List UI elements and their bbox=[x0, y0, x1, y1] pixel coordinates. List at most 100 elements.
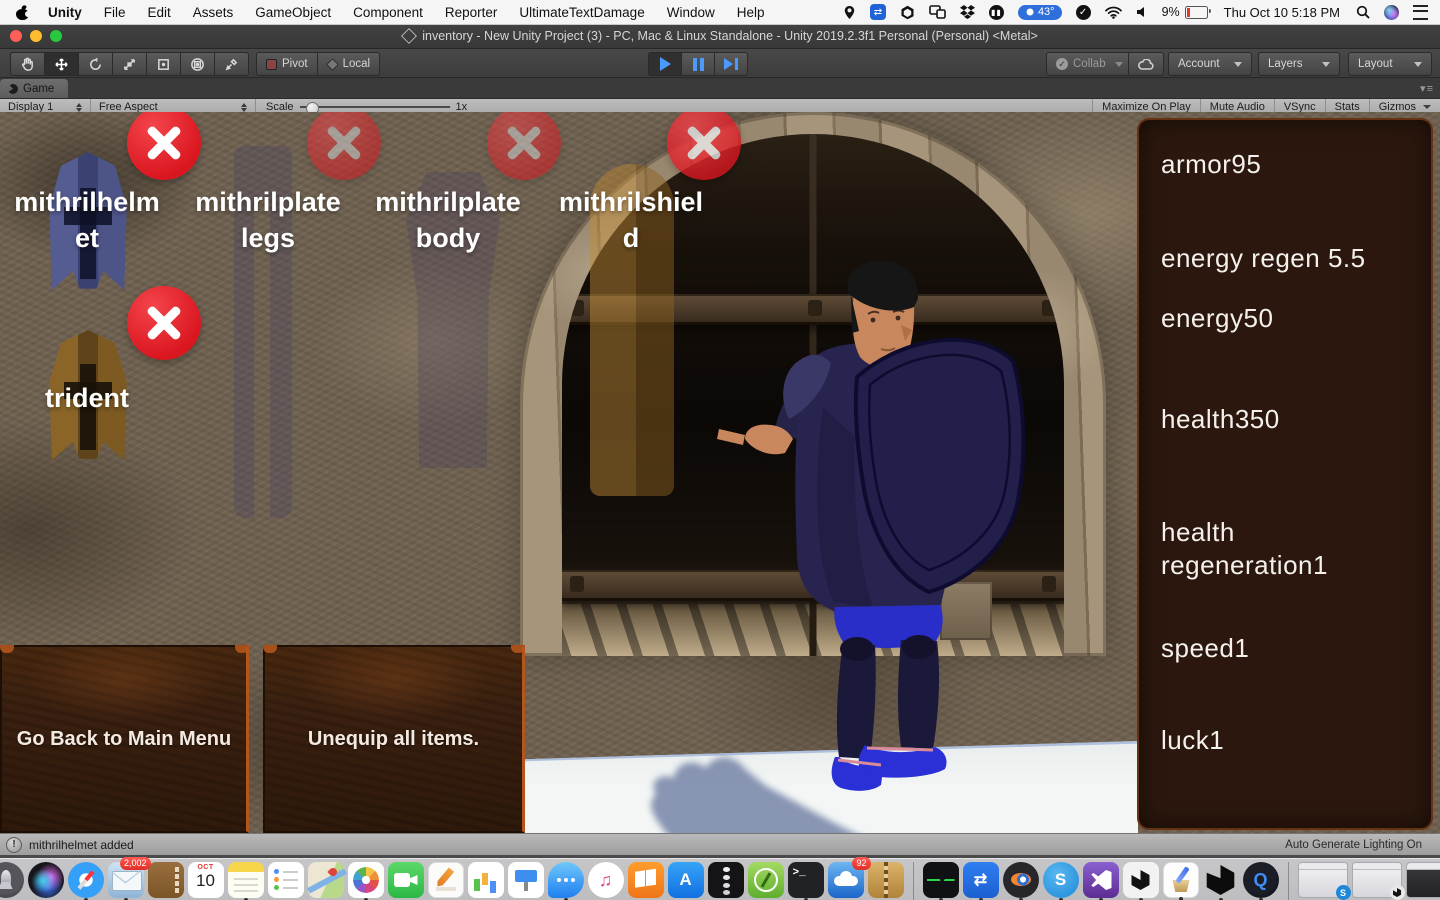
dock-painter-icon[interactable] bbox=[1163, 862, 1199, 898]
volume-icon[interactable] bbox=[1136, 6, 1148, 18]
transform-tool-button[interactable] bbox=[181, 52, 215, 76]
move-tool-button[interactable] bbox=[45, 52, 79, 76]
menu-file[interactable]: File bbox=[93, 5, 137, 20]
zoom-window-button[interactable] bbox=[50, 30, 62, 42]
dock-vs-icon[interactable] bbox=[1083, 862, 1119, 898]
local-toggle-button[interactable]: Local bbox=[317, 52, 381, 76]
weather-widget[interactable]: 43° bbox=[1018, 5, 1062, 20]
dock-messages-icon[interactable] bbox=[548, 862, 584, 898]
remove-helmet-button[interactable] bbox=[127, 112, 201, 180]
dock-launchpad-icon[interactable] bbox=[0, 862, 24, 898]
window-title: inventory - New Unity Project (3) - PC, … bbox=[422, 29, 1038, 43]
dock-activity-icon[interactable] bbox=[923, 862, 959, 898]
remove-trident-button[interactable] bbox=[127, 286, 201, 360]
dock-notes-icon[interactable] bbox=[228, 862, 264, 898]
dock-window-thumb-skype-icon[interactable]: S bbox=[1298, 862, 1348, 898]
dock-mail-icon[interactable]: 2,002 bbox=[108, 862, 144, 898]
dock-unity3d-icon[interactable] bbox=[1203, 862, 1239, 898]
battery-indicator[interactable]: 9% bbox=[1162, 5, 1208, 19]
cloud-pause-icon[interactable]: ▮▮ bbox=[989, 5, 1004, 20]
displays-icon[interactable] bbox=[929, 5, 946, 19]
location-icon[interactable] bbox=[843, 5, 856, 20]
dock-facetime-icon[interactable] bbox=[388, 862, 424, 898]
console-message[interactable]: mithrilhelmet added bbox=[29, 838, 134, 852]
wifi-icon[interactable] bbox=[1105, 6, 1122, 19]
dock-window-thumb-unity-icon[interactable] bbox=[1352, 862, 1402, 898]
menu-unity[interactable]: Unity bbox=[37, 5, 93, 20]
account-dropdown[interactable]: Account bbox=[1168, 52, 1252, 76]
auto-lighting-status[interactable]: Auto Generate Lighting On bbox=[1285, 839, 1440, 851]
dock-books-icon[interactable] bbox=[628, 862, 664, 898]
unity-menu-icon[interactable] bbox=[900, 5, 915, 20]
account-label: Account bbox=[1178, 58, 1220, 70]
menubar-clock[interactable]: Thu Oct 10 5:18 PM bbox=[1222, 5, 1342, 20]
remove-body-button[interactable] bbox=[487, 112, 561, 180]
quicktime-glyph: Q bbox=[1243, 862, 1279, 898]
apple-menu-icon[interactable] bbox=[16, 5, 29, 20]
weather-temp: 43° bbox=[1038, 6, 1055, 18]
dock-keynote-icon[interactable] bbox=[508, 862, 544, 898]
dock-maps-icon[interactable] bbox=[308, 862, 344, 898]
dock-blender-icon[interactable] bbox=[1003, 862, 1039, 898]
notification-center-icon[interactable] bbox=[1413, 5, 1428, 20]
scale-tool-button[interactable] bbox=[113, 52, 147, 76]
minimize-window-button[interactable] bbox=[30, 30, 42, 42]
helmet-item-label: mithrilhelmet bbox=[2, 184, 172, 256]
dock-teamviewer-icon[interactable]: ⇄ bbox=[963, 862, 999, 898]
menu-window[interactable]: Window bbox=[656, 5, 726, 20]
traffic-lights bbox=[10, 30, 62, 42]
check-circle-icon[interactable]: ✓ bbox=[1076, 5, 1091, 20]
siri-icon[interactable] bbox=[1384, 5, 1399, 20]
dock-safari-icon[interactable] bbox=[68, 862, 104, 898]
menu-ultimatetextdamage[interactable]: UltimateTextDamage bbox=[508, 5, 655, 20]
dock-appstore-icon[interactable]: A bbox=[668, 862, 704, 898]
dock-android-icon[interactable] bbox=[748, 862, 784, 898]
unequip-all-button[interactable]: Unequip all items. bbox=[263, 645, 525, 833]
dock-siri-icon[interactable] bbox=[28, 862, 64, 898]
dock-itunes-icon[interactable]: ♫ bbox=[588, 862, 624, 898]
step-button[interactable] bbox=[715, 52, 748, 76]
collab-button[interactable]: ✓ Collab bbox=[1046, 52, 1133, 76]
dock-reminders-icon[interactable] bbox=[268, 862, 304, 898]
menu-gameobject[interactable]: GameObject bbox=[244, 5, 342, 20]
menu-help[interactable]: Help bbox=[726, 5, 776, 20]
menu-component[interactable]: Component bbox=[342, 5, 434, 20]
dock-pages-icon[interactable] bbox=[428, 862, 464, 898]
pivot-toggle-button[interactable]: Pivot bbox=[256, 52, 317, 76]
rotate-tool-button[interactable] bbox=[79, 52, 113, 76]
pause-button[interactable] bbox=[682, 52, 715, 76]
cloud-button[interactable] bbox=[1128, 52, 1164, 76]
dock-archive-icon[interactable] bbox=[868, 862, 904, 898]
dock-contacts-icon[interactable] bbox=[148, 862, 184, 898]
dock-unityhub-icon[interactable] bbox=[1123, 862, 1159, 898]
menu-edit[interactable]: Edit bbox=[137, 5, 182, 20]
layers-label: Layers bbox=[1268, 58, 1303, 70]
dock-calendar-icon[interactable]: OCT10 bbox=[188, 862, 224, 898]
dock-window-thumb-blender-icon[interactable] bbox=[1406, 862, 1440, 898]
custom-tool-button[interactable] bbox=[215, 52, 249, 76]
dock-quicktime-icon[interactable]: Q bbox=[1243, 862, 1279, 898]
back-to-main-menu-button[interactable]: Go Back to Main Menu bbox=[0, 645, 249, 833]
dock-mystery-icon[interactable] bbox=[708, 862, 744, 898]
menu-reporter[interactable]: Reporter bbox=[434, 5, 509, 20]
tab-options-icon[interactable]: ▾≡ bbox=[1420, 82, 1434, 95]
close-window-button[interactable] bbox=[10, 30, 22, 42]
dock-skype-icon[interactable]: S bbox=[1043, 862, 1079, 898]
dock-onedrive-icon[interactable]: 92 bbox=[828, 862, 864, 898]
dock-photos-icon[interactable] bbox=[348, 862, 384, 898]
hand-tool-button[interactable] bbox=[10, 52, 45, 76]
dropbox-icon[interactable] bbox=[960, 5, 975, 19]
unity-statusbar[interactable]: ! mithrilhelmet added Auto Generate Ligh… bbox=[0, 833, 1440, 855]
play-button[interactable] bbox=[648, 52, 682, 76]
rect-tool-button[interactable] bbox=[147, 52, 181, 76]
remove-legs-button[interactable] bbox=[307, 112, 381, 180]
teamviewer-menu-icon[interactable]: ⇄ bbox=[870, 4, 886, 20]
dock-numbers-icon[interactable] bbox=[468, 862, 504, 898]
layout-dropdown[interactable]: Layout bbox=[1348, 52, 1432, 76]
dock-terminal-icon[interactable]: >_ bbox=[788, 862, 824, 898]
menu-assets[interactable]: Assets bbox=[182, 5, 245, 20]
spotlight-icon[interactable] bbox=[1356, 5, 1370, 19]
layers-dropdown[interactable]: Layers bbox=[1258, 52, 1340, 76]
scale-track[interactable] bbox=[300, 106, 450, 108]
tab-game[interactable]: Game bbox=[0, 79, 68, 98]
